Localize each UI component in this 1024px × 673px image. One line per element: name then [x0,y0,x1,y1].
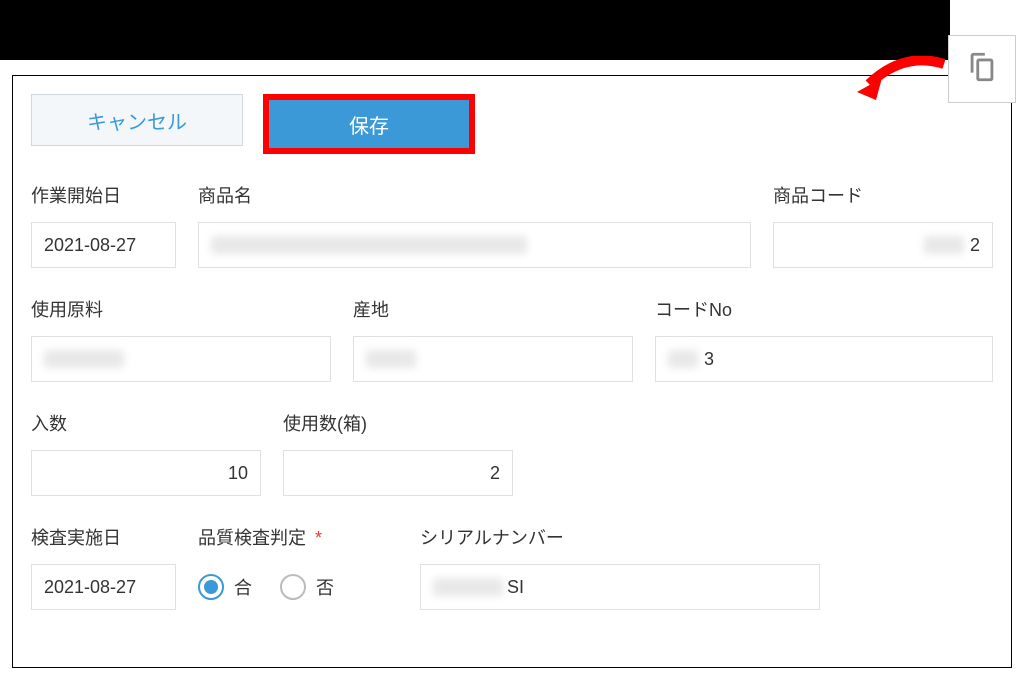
document-icon [965,50,999,89]
input-usage-count[interactable]: 2 [283,450,513,496]
form-row-4: 検査実施日 2021-08-27 品質検査判定 * 合 否 [31,524,993,610]
label-product-code: 商品コード [773,182,993,208]
form-row-2: 使用原料 産地 コードNo 3 [31,296,993,382]
input-inspection-date[interactable]: 2021-08-27 [31,564,176,610]
radio-pass-label: 合 [234,574,252,600]
field-product-code: 商品コード 2 [773,182,993,268]
field-code-no: コードNo 3 [655,296,993,382]
cancel-button[interactable]: キャンセル [31,94,243,146]
label-origin: 産地 [353,296,633,322]
field-usage-count: 使用数(箱) 2 [283,410,513,496]
radio-group-quality: 合 否 [198,564,398,610]
value-product-code: 2 [970,235,980,256]
radio-pass-circle [198,574,224,600]
form-panel: キャンセル 保存 作業開始日 2021-08-27 商品名 商品コード 2 [12,75,1012,668]
redacted-content [433,578,503,596]
label-quality-judgment: 品質検査判定 * [198,524,398,550]
field-inspection-date: 検査実施日 2021-08-27 [31,524,176,610]
radio-fail-label: 否 [316,574,334,600]
field-quantity-per: 入数 10 [31,410,261,496]
input-product-name[interactable] [198,222,751,268]
top-black-bar [0,0,950,60]
label-serial-number: シリアルナンバー [420,524,820,550]
save-button[interactable]: 保存 [269,100,469,148]
input-origin[interactable] [353,336,633,382]
label-work-start-date: 作業開始日 [31,182,176,208]
label-product-name: 商品名 [198,182,751,208]
field-product-name: 商品名 [198,182,751,268]
field-serial-number: シリアルナンバー SI [420,524,820,610]
field-work-start-date: 作業開始日 2021-08-27 [31,182,176,268]
input-work-start-date[interactable]: 2021-08-27 [31,222,176,268]
input-product-code[interactable]: 2 [773,222,993,268]
label-quantity-per: 入数 [31,410,261,436]
label-code-no: コードNo [655,296,993,322]
label-usage-count: 使用数(箱) [283,410,513,436]
input-quantity-per[interactable]: 10 [31,450,261,496]
value-serial-number: SI [507,577,524,598]
field-ingredient: 使用原料 [31,296,331,382]
form-row-1: 作業開始日 2021-08-27 商品名 商品コード 2 [31,182,993,268]
save-button-highlight: 保存 [263,94,475,154]
annotation-arrow-icon [854,56,954,106]
value-code-no: 3 [704,349,714,370]
input-ingredient[interactable] [31,336,331,382]
field-quality-judgment: 品質検査判定 * 合 否 [198,524,398,610]
redacted-content [44,350,124,368]
label-quality-judgment-text: 品質検査判定 [198,528,306,548]
redacted-content [668,350,698,368]
radio-fail-circle [280,574,306,600]
label-inspection-date: 検査実施日 [31,524,176,550]
radio-pass[interactable]: 合 [198,574,252,600]
required-marker: * [315,528,322,548]
redacted-content [211,236,527,254]
radio-fail[interactable]: 否 [280,574,334,600]
input-serial-number[interactable]: SI [420,564,820,610]
input-code-no[interactable]: 3 [655,336,993,382]
field-origin: 産地 [353,296,633,382]
form-area: 作業開始日 2021-08-27 商品名 商品コード 2 使用原料 [13,172,1011,610]
form-row-3: 入数 10 使用数(箱) 2 [31,410,993,496]
redacted-content [924,236,964,254]
redacted-content [366,350,416,368]
label-ingredient: 使用原料 [31,296,331,322]
document-icon-button[interactable] [948,35,1016,103]
radio-pass-dot [204,580,218,594]
